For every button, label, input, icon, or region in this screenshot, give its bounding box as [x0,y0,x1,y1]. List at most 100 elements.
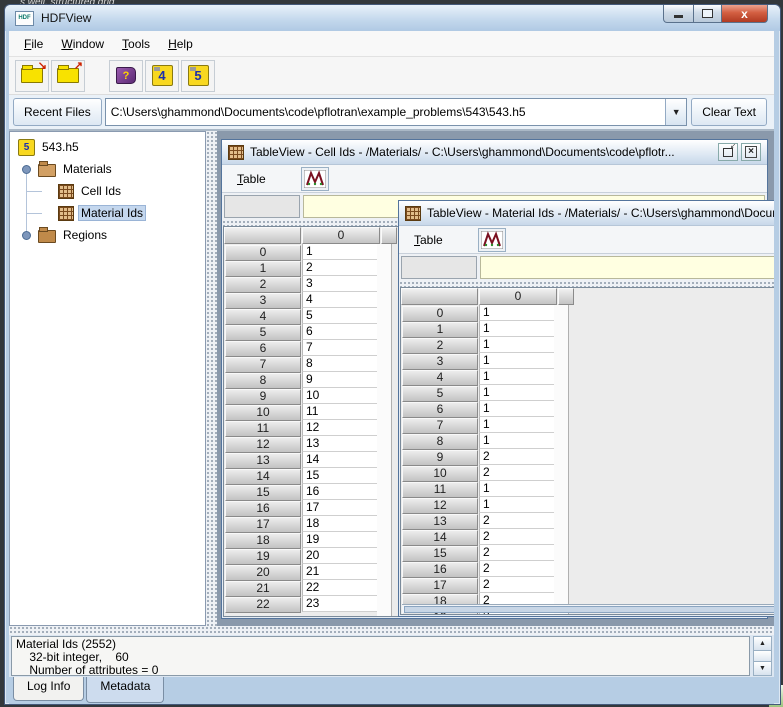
tableview-window-material-ids[interactable]: TableView - Material Ids - /Materials/ -… [398,200,774,617]
hdf5-library-button[interactable]: 5 [181,60,215,92]
table-cell[interactable]: 9 [302,372,383,388]
table-cell[interactable]: 1 [479,481,560,497]
row-header[interactable]: 16 [402,562,478,578]
table-cell[interactable]: 22 [302,580,383,596]
tab-metadata[interactable]: Metadata [86,677,164,703]
table-cell[interactable]: 20 [302,548,383,564]
row-header[interactable]: 4 [402,370,478,386]
tree-item-materials[interactable]: Materials [10,158,205,180]
table-cell[interactable]: 2 [479,529,560,545]
frame-titlebar[interactable]: TableView - Material Ids - /Materials/ -… [399,201,774,226]
table-cell[interactable]: 1 [479,385,560,401]
row-header[interactable]: 8 [402,434,478,450]
corner-header[interactable] [401,288,478,305]
open-file-button[interactable]: ↘ [15,60,49,92]
table-menu[interactable]: Table [405,230,452,250]
table-cell[interactable]: 2 [479,577,560,593]
row-header[interactable]: 2 [402,338,478,354]
row-header[interactable]: 9 [225,389,301,405]
table-menu[interactable]: Table [228,169,275,189]
file-path-text[interactable]: C:\Users\ghammond\Documents\code\pflotra… [106,99,665,125]
row-header[interactable]: 10 [225,405,301,421]
row-header[interactable]: 19 [225,549,301,565]
table-cell[interactable]: 2 [479,561,560,577]
recent-files-button[interactable]: Recent Files [13,98,102,126]
chart-button[interactable] [301,167,329,191]
row-header[interactable]: 6 [402,402,478,418]
table-cell[interactable]: 1 [479,353,560,369]
table-cell[interactable]: 12 [302,420,383,436]
chart-button[interactable] [478,228,506,252]
table-cell[interactable]: 5 [302,308,383,324]
tree-item-label[interactable]: Cell Ids [78,183,124,199]
table-cell[interactable]: 4 [302,292,383,308]
table-cell[interactable]: 1 [479,497,560,513]
info-scrollbar[interactable]: ▲ ▼ [753,636,772,676]
table-cell[interactable]: 21 [302,564,383,580]
horizontal-scrollbar[interactable] [402,604,774,613]
row-header[interactable]: 8 [225,373,301,389]
table-cell[interactable]: 2 [479,449,560,465]
new-file-button[interactable]: ↗ [51,60,85,92]
row-header[interactable]: 12 [402,498,478,514]
table-cell[interactable]: 1 [479,417,560,433]
frame-close-button[interactable]: × [741,143,761,161]
row-header[interactable]: 7 [225,357,301,373]
frame-titlebar[interactable]: TableView - Cell Ids - /Materials/ - C:\… [222,140,767,165]
corner-header[interactable] [224,227,301,244]
table-cell[interactable]: 10 [302,388,383,404]
menu-help[interactable]: Help [159,34,202,54]
table-cell[interactable]: 1 [479,433,560,449]
row-header[interactable]: 3 [225,293,301,309]
table-cell[interactable]: 16 [302,484,383,500]
scrollbar-thumb[interactable] [754,651,771,662]
row-header[interactable]: 1 [225,261,301,277]
table-cell[interactable]: 1 [479,321,560,337]
tab-log-info[interactable]: Log Info [13,677,84,701]
minimize-button[interactable] [663,5,694,23]
row-header[interactable]: 9 [402,450,478,466]
table-cell[interactable]: 1 [479,305,560,321]
table-cell[interactable]: 11 [302,404,383,420]
row-header[interactable]: 2 [225,277,301,293]
combo-dropdown-button[interactable]: ▼ [665,99,686,125]
scroll-up-button[interactable]: ▲ [754,637,771,651]
row-header[interactable]: 13 [402,514,478,530]
table-cell[interactable]: 2 [302,260,383,276]
table-cell[interactable]: 14 [302,452,383,468]
table-cell[interactable]: 1 [302,244,383,260]
row-header[interactable]: 14 [402,530,478,546]
scrollbar-thumb[interactable] [404,606,774,613]
row-header[interactable]: 22 [225,597,301,613]
table-cell[interactable]: 15 [302,468,383,484]
tree-item-label-selected[interactable]: Material Ids [78,205,146,221]
tree-item-label[interactable]: Materials [60,161,115,177]
tree-item-label[interactable]: 543.h5 [39,139,82,155]
table-cell[interactable]: 1 [479,337,560,353]
tree-expander-icon[interactable] [22,231,31,240]
table-cell[interactable]: 7 [302,340,383,356]
table-cell[interactable]: 2 [479,513,560,529]
tree-expander-icon[interactable] [22,165,31,174]
table-cell[interactable]: 19 [302,532,383,548]
hdf4-library-button[interactable]: 4 [145,60,179,92]
row-header[interactable]: 12 [225,437,301,453]
row-header[interactable]: 18 [225,533,301,549]
column-header[interactable]: 0 [302,227,380,244]
row-header[interactable]: 10 [402,466,478,482]
table-cell[interactable]: 13 [302,436,383,452]
row-header[interactable]: 0 [225,245,301,261]
row-header[interactable]: 20 [225,565,301,581]
clear-text-button[interactable]: Clear Text [691,98,767,126]
menu-window[interactable]: Window [52,34,113,54]
table-cell[interactable]: 2 [479,545,560,561]
row-header[interactable]: 21 [225,581,301,597]
table-cell[interactable]: 18 [302,516,383,532]
row-header[interactable]: 5 [402,386,478,402]
row-header[interactable]: 11 [225,421,301,437]
tree-item-material-ids[interactable]: Material Ids [10,202,205,224]
formula-input[interactable] [480,256,774,279]
table-cell[interactable]: 1 [479,401,560,417]
help-button[interactable]: ? [109,60,143,92]
window-titlebar[interactable]: HDF HDFView x [5,5,780,31]
